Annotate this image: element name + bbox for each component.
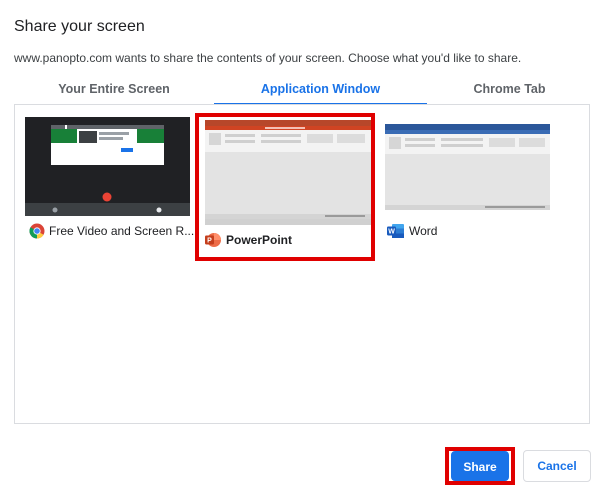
window-label: Word <box>409 224 438 238</box>
window-thumbnail <box>205 120 371 225</box>
word-preview <box>385 124 550 210</box>
word-icon: W <box>387 223 404 239</box>
window-thumbnail <box>385 124 550 210</box>
window-label: PowerPoint <box>226 233 293 247</box>
tab-entire-screen[interactable]: Your Entire Screen <box>14 74 214 104</box>
powerpoint-preview <box>205 120 371 225</box>
dialog-subtitle: www.panopto.com wants to share the conte… <box>14 51 522 65</box>
tab-application-window[interactable]: Application Window <box>214 74 427 105</box>
powerpoint-icon: P <box>205 232 221 248</box>
svg-text:P: P <box>207 238 212 245</box>
tab-chrome-tab[interactable]: Chrome Tab <box>427 74 592 104</box>
share-screen-dialog: Share your screen www.panopto.com wants … <box>0 0 605 496</box>
source-tabs: Your Entire Screen Application Window Ch… <box>14 74 592 105</box>
window-thumbnail <box>25 117 190 216</box>
share-button[interactable]: Share <box>451 451 509 481</box>
dialog-title: Share your screen <box>14 18 145 35</box>
svg-text:W: W <box>388 229 395 236</box>
video-recorder-preview <box>25 117 190 216</box>
cancel-button[interactable]: Cancel <box>523 450 591 482</box>
window-label: Free Video and Screen R... <box>49 224 195 238</box>
window-item-video-recorder[interactable]: Free Video and Screen R... <box>25 117 195 257</box>
window-item-word[interactable]: W Word <box>385 117 555 257</box>
chrome-icon <box>29 223 45 239</box>
window-item-powerpoint[interactable]: P PowerPoint <box>195 113 375 261</box>
window-list: Free Video and Screen R... P PowerPoint … <box>14 104 590 424</box>
